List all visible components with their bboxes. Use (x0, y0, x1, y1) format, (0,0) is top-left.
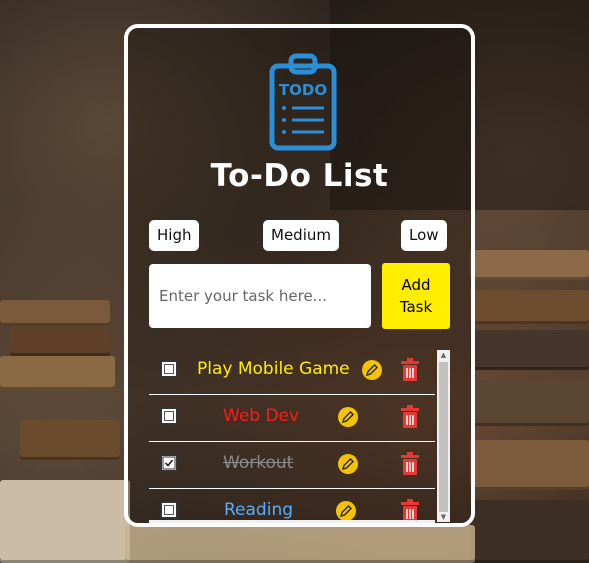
scroll-up-arrow-icon[interactable]: ▲ (437, 350, 450, 360)
task-text: Workout (223, 453, 294, 473)
task-input[interactable] (149, 264, 371, 328)
add-task-button[interactable]: Add Task (382, 263, 450, 329)
checkbox-icon (164, 411, 174, 421)
scroll-left-arrow-icon[interactable]: ◀ (149, 520, 161, 523)
task-checkbox[interactable] (160, 407, 178, 425)
pencil-icon[interactable] (338, 407, 358, 427)
page-title: To-Do List (210, 158, 389, 194)
trash-icon[interactable] (399, 452, 421, 476)
task-checkbox[interactable] (160, 360, 178, 378)
task-row: Web Dev (149, 395, 435, 442)
task-row: Workout (149, 442, 435, 489)
clipboard-todo-icon: TODO (269, 53, 337, 151)
task-text: Web Dev (223, 406, 300, 426)
priority-low-button[interactable]: Low (401, 220, 447, 251)
task-row: Play Mobile Game (149, 348, 435, 395)
scroll-down-arrow-icon[interactable]: ▼ (437, 512, 450, 522)
pencil-icon[interactable] (336, 501, 356, 521)
vertical-scrollbar[interactable]: ▲ ▼ (437, 350, 450, 522)
task-text: Reading (224, 500, 294, 520)
checkmark-icon (162, 456, 176, 470)
pencil-icon[interactable] (338, 454, 358, 474)
vertical-scroll-thumb[interactable] (439, 362, 448, 512)
priority-high-button[interactable]: High (149, 220, 200, 251)
pencil-icon[interactable] (362, 360, 382, 380)
scroll-right-arrow-icon[interactable]: ▶ (423, 520, 435, 523)
task-list: Play Mobile Game Web Dev Workout Reading (149, 348, 437, 523)
checkbox-icon (164, 364, 174, 374)
checkbox-icon (164, 505, 174, 515)
trash-icon[interactable] (399, 405, 421, 429)
logo-text: TODO (279, 81, 327, 99)
priority-medium-button[interactable]: Medium (263, 220, 339, 251)
task-checkbox[interactable] (160, 454, 178, 472)
trash-icon[interactable] (399, 358, 421, 382)
task-text: Play Mobile Game (197, 359, 350, 379)
horizontal-scrollbar[interactable]: ◀ ▶ (149, 520, 435, 523)
task-checkbox[interactable] (160, 501, 178, 519)
todo-card: TODO To-Do List High Medium Low Add Task… (124, 24, 475, 527)
